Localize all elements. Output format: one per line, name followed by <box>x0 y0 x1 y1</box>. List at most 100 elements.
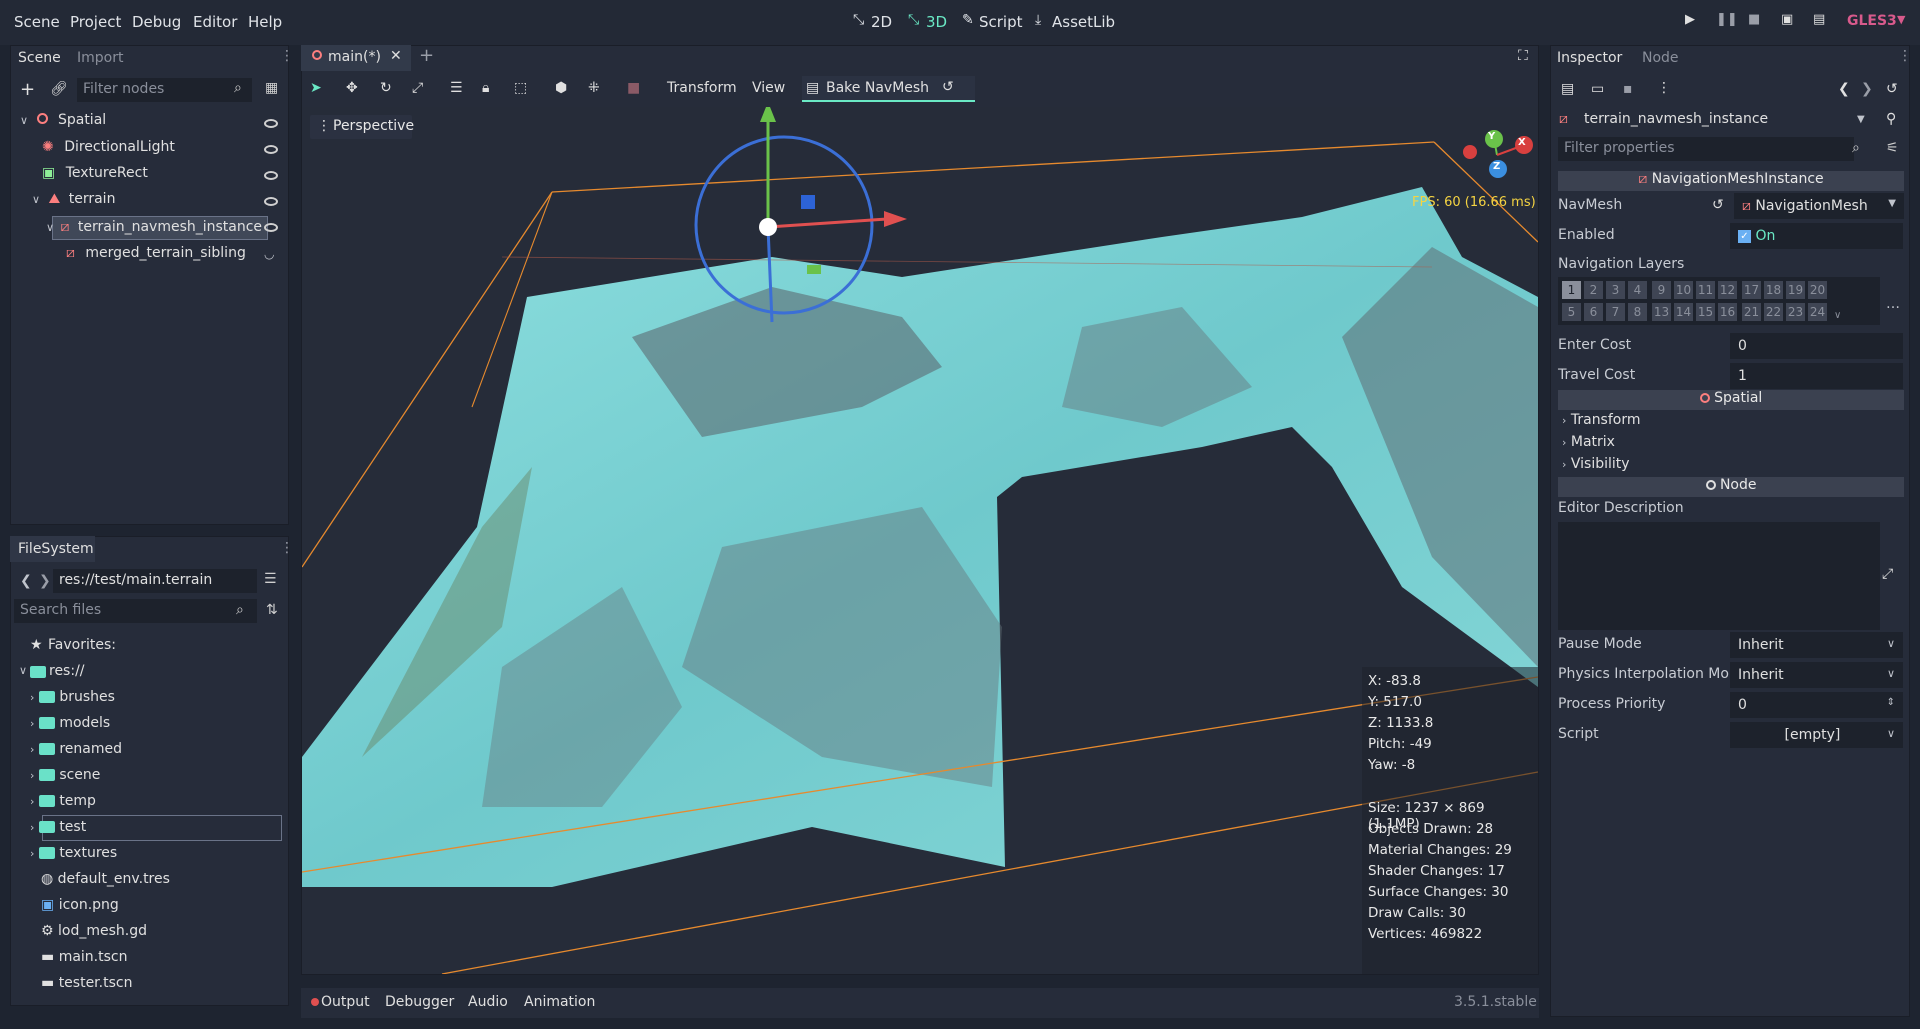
visibility-hidden-icon[interactable]: ◡ <box>264 247 274 261</box>
back-icon[interactable]: ❮ <box>1838 81 1850 97</box>
mode-3d-button[interactable]: 3D <box>926 13 947 31</box>
visibility-eye-icon[interactable] <box>264 223 278 232</box>
search-files-input[interactable]: Search files <box>14 599 257 623</box>
chevron-down-icon[interactable]: ∨ <box>32 193 40 206</box>
revert-icon[interactable]: ↺ <box>1712 197 1724 213</box>
layer-3[interactable]: 3 <box>1606 281 1625 299</box>
renderer-select[interactable]: GLES3 <box>1847 13 1897 29</box>
chevron-down-icon[interactable]: ▼ <box>1888 198 1896 209</box>
layer-24[interactable]: 24 <box>1808 303 1827 321</box>
menu-scene[interactable]: Scene <box>14 13 60 31</box>
chevron-down-icon[interactable]: ▼ <box>1857 114 1865 125</box>
visibility-eye-icon[interactable] <box>264 197 278 206</box>
layer-16[interactable]: 16 <box>1718 303 1737 321</box>
layer-6[interactable]: 6 <box>1584 303 1603 321</box>
layer-23[interactable]: 23 <box>1786 303 1805 321</box>
pause-mode-select[interactable]: Inherit ∨ <box>1730 632 1903 658</box>
menu-project[interactable]: Project <box>70 13 121 31</box>
visibility-eye-icon[interactable] <box>264 145 278 154</box>
layer-20[interactable]: 20 <box>1808 281 1827 299</box>
chevron-down-icon[interactable]: ▼ <box>1897 13 1905 26</box>
navmesh-resource[interactable]: ⧄ NavigationMesh ▼ <box>1734 193 1904 219</box>
perspective-menu[interactable]: ⋮ Perspective <box>310 115 414 139</box>
chevron-right-icon[interactable]: › <box>30 769 34 782</box>
play-icon[interactable]: ▶ <box>1685 12 1695 27</box>
layer-9[interactable]: 9 <box>1652 281 1671 299</box>
enabled-checkbox[interactable]: ✓ On <box>1730 223 1903 249</box>
select-tool-icon[interactable]: ➤ <box>310 80 322 96</box>
chevron-right-icon[interactable]: › <box>30 717 34 730</box>
animation-tab[interactable]: Animation <box>524 994 595 1010</box>
layer-4[interactable]: 4 <box>1628 281 1647 299</box>
layer-10[interactable]: 10 <box>1674 281 1693 299</box>
local-space-icon[interactable]: ⬢ <box>555 80 567 96</box>
folder-test[interactable]: › test <box>30 819 86 835</box>
audio-tab[interactable]: Audio <box>468 994 508 1010</box>
output-tab[interactable]: Output <box>321 994 370 1010</box>
tab-import[interactable]: Import <box>77 50 123 66</box>
group-visibility[interactable]: › Visibility <box>1562 456 1630 472</box>
transform-menu[interactable]: Transform <box>667 80 737 96</box>
group-icon[interactable]: ⬚ <box>514 80 527 96</box>
folder-models[interactable]: › models <box>30 715 110 731</box>
tree-node-directionallight[interactable]: ✺ DirectionalLight <box>42 139 320 163</box>
script-attach-icon[interactable]: ▦ <box>265 80 278 96</box>
menu-editor[interactable]: Editor <box>193 13 237 31</box>
rotate-tool-icon[interactable]: ↻ <box>380 80 392 96</box>
layer-1[interactable]: 1 <box>1562 281 1581 299</box>
folder-temp[interactable]: › temp <box>30 793 96 809</box>
layer-14[interactable]: 14 <box>1674 303 1693 321</box>
tree-node-navmesh-instance[interactable]: ∨ ⧄ terrain_navmesh_instance <box>46 219 324 243</box>
chevron-right-icon[interactable]: › <box>30 847 34 860</box>
file-main-tscn[interactable]: ▬ main.tscn <box>41 949 127 965</box>
layer-8[interactable]: 8 <box>1628 303 1647 321</box>
enter-cost-field[interactable]: 0 <box>1730 333 1903 359</box>
tab-inspector[interactable]: Inspector <box>1557 50 1622 66</box>
debugger-tab[interactable]: Debugger <box>385 994 454 1010</box>
file-lod-mesh[interactable]: ⚙ lod_mesh.gd <box>41 923 147 939</box>
menu-help[interactable]: Help <box>248 13 282 31</box>
file-tester-tscn[interactable]: ▬ tester.tscn <box>41 975 132 991</box>
visibility-eye-icon[interactable] <box>264 119 278 128</box>
tab-filesystem[interactable]: FileSystem <box>18 541 94 557</box>
dock-menu-icon[interactable]: ⋮ <box>280 540 294 556</box>
sort-icon[interactable]: ⇅ <box>266 602 278 618</box>
view-menu[interactable]: View <box>752 80 785 96</box>
folder-brushes[interactable]: › brushes <box>30 689 115 705</box>
mode-assetlib-button[interactable]: AssetLib <box>1052 13 1115 31</box>
inspected-object-select[interactable]: terrain_navmesh_instance <box>1584 111 1768 127</box>
dock-menu-icon[interactable]: ⋮ <box>280 48 294 64</box>
new-tab-icon[interactable]: + <box>419 45 434 66</box>
chevron-right-icon[interactable]: › <box>30 691 34 704</box>
gizmo-x-arrow[interactable] <box>884 211 907 227</box>
object-tools-icon[interactable]: ⚲ <box>1886 111 1896 127</box>
layer-21[interactable]: 21 <box>1742 303 1761 321</box>
script-resource[interactable]: [empty] ∨ <box>1730 722 1903 748</box>
layer-18[interactable]: 18 <box>1764 281 1783 299</box>
back-icon[interactable]: ❮ <box>20 573 32 589</box>
dock-menu-icon[interactable]: ⋮ <box>1898 48 1912 64</box>
kebab-icon[interactable]: ⋮ <box>1657 80 1671 96</box>
chevron-down-icon[interactable]: ∨ <box>46 221 54 234</box>
more-icon[interactable]: … <box>1886 296 1900 312</box>
new-resource-icon[interactable]: ▤ <box>1561 81 1574 97</box>
tree-node-texturerect[interactable]: ▣ TextureRect <box>42 165 320 189</box>
gizmo-x-axis[interactable] <box>767 217 888 229</box>
file-default-env[interactable]: ◍ default_env.tres <box>41 871 170 887</box>
menu-debug[interactable]: Debug <box>132 13 181 31</box>
favorites-label[interactable]: Favorites: <box>48 637 116 653</box>
layer-12[interactable]: 12 <box>1718 281 1737 299</box>
move-tool-icon[interactable]: ✥ <box>346 80 358 96</box>
layer-5[interactable]: 5 <box>1562 303 1581 321</box>
visibility-eye-icon[interactable] <box>264 171 278 180</box>
res-root[interactable]: res:// <box>49 663 85 679</box>
pause-icon[interactable]: ❚❚ <box>1716 12 1738 27</box>
expand-icon[interactable]: ⤢ <box>1882 566 1893 582</box>
travel-cost-field[interactable]: 1 <box>1730 363 1903 389</box>
process-priority-spinbox[interactable]: 0 ⇕ <box>1730 692 1903 718</box>
layer-15[interactable]: 15 <box>1696 303 1715 321</box>
layer-7[interactable]: 7 <box>1606 303 1625 321</box>
tab-scene[interactable]: Scene <box>18 50 61 66</box>
play-custom-icon[interactable]: ▤ <box>1813 12 1825 27</box>
layer-13[interactable]: 13 <box>1652 303 1671 321</box>
